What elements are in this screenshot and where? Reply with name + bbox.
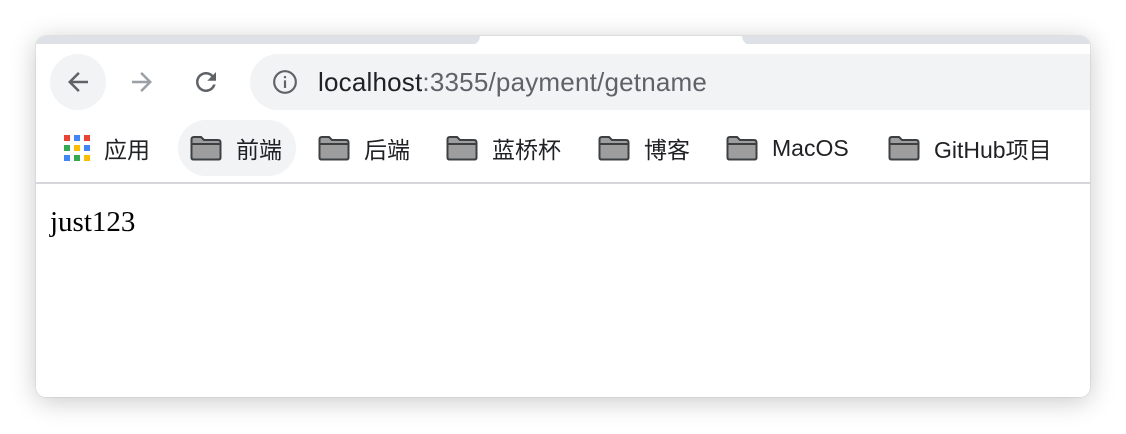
tab-strip	[36, 36, 1090, 45]
folder-icon	[888, 136, 920, 161]
bookmark-folder-lanqiao[interactable]: 蓝桥杯	[446, 120, 561, 176]
folder-icon	[190, 136, 222, 161]
arrow-left-icon	[68, 72, 88, 92]
arrow-right-icon	[132, 72, 152, 92]
bookmarks-bar: 应用 前端 后端 蓝桥杯 博客 MacOS GitHub项目	[36, 120, 1090, 184]
info-circle-icon[interactable]	[272, 69, 298, 95]
bookmark-folder-frontend[interactable]: 前端	[178, 120, 296, 176]
folder-icon	[446, 136, 478, 161]
back-button[interactable]	[50, 54, 106, 110]
bookmark-folder-github[interactable]: GitHub项目	[888, 120, 1052, 176]
bookmark-label: GitHub项目	[934, 137, 1052, 163]
bookmark-apps[interactable]: 应用	[64, 120, 150, 176]
bookmark-label: 后端	[364, 137, 410, 163]
bookmark-label: 蓝桥杯	[492, 137, 561, 163]
bookmark-label: 前端	[236, 137, 282, 163]
page-body-text: just123	[50, 206, 136, 238]
browser-toolbar: localhost:3355/payment/getname	[36, 44, 1090, 120]
bookmark-folder-backend[interactable]: 后端	[318, 120, 410, 176]
url-text[interactable]: localhost:3355/payment/getname	[318, 54, 707, 110]
bookmark-folder-blog[interactable]: 博客	[598, 120, 690, 176]
page-content: just123	[36, 184, 1090, 397]
folder-icon	[318, 136, 350, 161]
reload-icon	[196, 72, 216, 92]
forward-button[interactable]	[114, 54, 170, 110]
apps-grid-icon	[64, 135, 90, 161]
url-host: localhost	[318, 67, 423, 97]
address-bar[interactable]: localhost:3355/payment/getname	[250, 54, 1090, 110]
reload-button[interactable]	[178, 54, 234, 110]
url-path: :3355/payment/getname	[422, 67, 708, 97]
bookmark-label: MacOS	[772, 134, 849, 161]
folder-icon	[726, 136, 758, 161]
browser-window: localhost:3355/payment/getname 应用 前端 后端 …	[36, 36, 1090, 397]
bookmark-folder-macos[interactable]: MacOS	[726, 120, 849, 176]
bookmark-label: 应用	[104, 137, 150, 163]
bookmark-label: 博客	[644, 137, 690, 163]
folder-icon	[598, 136, 630, 161]
screenshot-stage: localhost:3355/payment/getname 应用 前端 后端 …	[0, 0, 1126, 434]
